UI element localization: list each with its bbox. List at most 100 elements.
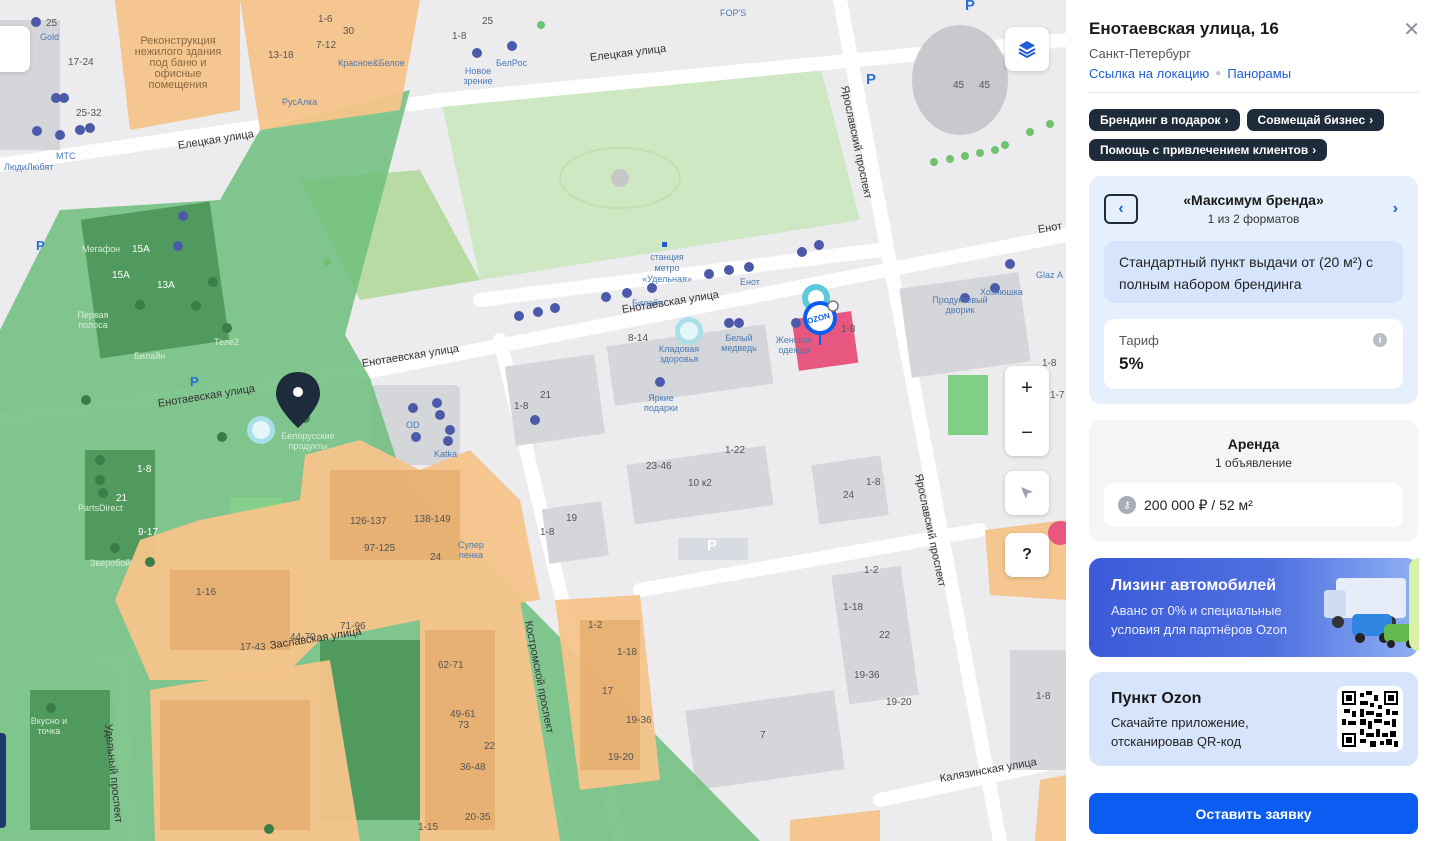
chip-client-help[interactable]: Помощь с привлечением клиентов › bbox=[1089, 139, 1328, 161]
building-number: 21 bbox=[540, 390, 552, 401]
building-number: 1-8 bbox=[137, 464, 152, 475]
poi-label[interactable]: Glaz А bbox=[1036, 270, 1063, 280]
poi-label[interactable]: OD bbox=[406, 420, 420, 430]
building-number: 1-2 bbox=[864, 565, 879, 576]
building-number: 13-18 bbox=[268, 50, 294, 61]
building-number: 45 bbox=[953, 80, 965, 91]
poi-label[interactable]: PartsDirect bbox=[78, 503, 123, 513]
building-number: 22 bbox=[879, 630, 891, 641]
building-number: 19-20 bbox=[886, 697, 912, 708]
chip-branding[interactable]: Брендинг в подарок › bbox=[1089, 109, 1240, 131]
building-number: 97-125 bbox=[364, 543, 396, 554]
building-number: 20-35 bbox=[465, 812, 491, 823]
poi-label[interactable]: Зверобой bbox=[90, 558, 130, 568]
parking-label: P bbox=[965, 0, 976, 14]
building-number: 24 bbox=[430, 552, 442, 563]
submit-request-button[interactable]: Оставить заявку bbox=[1089, 793, 1418, 834]
close-icon: ✕ bbox=[1403, 19, 1420, 41]
building-number: 1-6 bbox=[318, 14, 333, 25]
poi-label[interactable]: БелРос bbox=[496, 58, 527, 68]
building-number: 19-20 bbox=[608, 752, 634, 763]
chevron-right-icon: › bbox=[1392, 200, 1398, 217]
poi-label[interactable]: Новое зрение bbox=[458, 66, 498, 86]
building-number: 23-46 bbox=[646, 461, 672, 472]
poi-label[interactable]: Продуктовый дворик bbox=[930, 295, 990, 315]
layers-button[interactable] bbox=[1005, 27, 1049, 71]
building-number: 1-2 bbox=[588, 620, 603, 631]
poi-label[interactable]: Женская одежда bbox=[772, 335, 816, 355]
locate-arrow-icon bbox=[1021, 487, 1033, 499]
building-number: 17 bbox=[602, 686, 614, 697]
qr-code bbox=[1337, 686, 1403, 752]
format-title: «Максимум бренда» bbox=[1183, 192, 1324, 208]
poi-label[interactable]: МТС bbox=[56, 151, 76, 161]
building-number: 1-8 bbox=[841, 324, 856, 335]
ozon-app-card[interactable]: Пункт Ozon Скачайте приложение, отсканир… bbox=[1089, 672, 1418, 766]
poi-label[interactable]: Супер пенка bbox=[454, 540, 488, 560]
rent-listing-text: 200 000 ₽ / 52 м² bbox=[1144, 496, 1253, 513]
location-link[interactable]: Ссылка на локацию bbox=[1089, 66, 1209, 81]
poi-label[interactable]: Белорусские продукты bbox=[276, 431, 340, 451]
map-side-tab[interactable] bbox=[0, 733, 6, 828]
building-number: 36-48 bbox=[460, 762, 486, 773]
poi-label[interactable]: Яркие подарки bbox=[638, 393, 684, 413]
poi-label[interactable]: Белый медведь bbox=[716, 333, 762, 353]
help-button[interactable]: ? bbox=[1005, 533, 1049, 577]
parking-label: P bbox=[190, 374, 199, 389]
poi-label[interactable]: Кладовая здоровья bbox=[654, 344, 704, 364]
poi-label[interactable]: Вкусно и точка bbox=[30, 716, 68, 736]
leasing-banner[interactable]: Лизинг автомобилей Аванс от 0% и специал… bbox=[1089, 558, 1418, 657]
chip-combine-business[interactable]: Совмещай бизнес › bbox=[1246, 109, 1385, 131]
building-number: 25 bbox=[482, 16, 494, 27]
rent-listing[interactable]: ⚷ 200 000 ₽ / 52 м² bbox=[1104, 483, 1403, 527]
map-search-stub[interactable] bbox=[0, 26, 30, 72]
poi-label[interactable]: Мегафон bbox=[82, 244, 120, 254]
parking-label: P bbox=[707, 537, 718, 554]
ozon-app-text: Скачайте приложение, отсканировав QR-код bbox=[1111, 715, 1249, 749]
close-button[interactable]: ✕ bbox=[1403, 17, 1420, 42]
chevron-right-icon: › bbox=[1312, 143, 1317, 157]
rent-title: Аренда bbox=[1227, 436, 1280, 452]
building-number: 25-32 bbox=[76, 108, 102, 119]
format-next-button[interactable]: › bbox=[1393, 200, 1398, 218]
poi-label[interactable]: Теле2 bbox=[214, 337, 239, 347]
zoom-in-button[interactable]: + bbox=[1005, 366, 1049, 411]
zoom-out-button[interactable]: − bbox=[1005, 411, 1049, 456]
poi-label[interactable]: Енот bbox=[740, 277, 760, 287]
building-number: 30 bbox=[343, 26, 355, 37]
chip-label: Помощь с привлечением клиентов bbox=[1100, 143, 1309, 157]
panoramas-link[interactable]: Панорамы bbox=[1227, 66, 1291, 81]
divider bbox=[1089, 92, 1418, 93]
poi-label[interactable]: Katka bbox=[434, 449, 457, 459]
building-number: 1-7 bbox=[1050, 390, 1065, 401]
poi-label[interactable]: Билайн bbox=[632, 298, 663, 308]
info-icon[interactable]: i bbox=[1373, 333, 1387, 347]
building-number: 15А bbox=[132, 244, 150, 255]
chip-list: Брендинг в подарок › Совмещай бизнес › Пом… bbox=[1089, 109, 1419, 161]
poi-label[interactable]: FOP'S bbox=[720, 8, 746, 18]
building-number: 9-17 bbox=[138, 527, 159, 538]
building-number: 8-14 bbox=[628, 333, 649, 344]
poi-label[interactable]: Билайн bbox=[134, 351, 165, 361]
next-banner-peek[interactable] bbox=[1409, 558, 1419, 651]
locate-button[interactable] bbox=[1005, 471, 1049, 515]
leasing-title: Лизинг автомобилей bbox=[1111, 577, 1277, 594]
building-number: 1-16 bbox=[196, 587, 217, 598]
location-panel: Енотаевская улица, 16 ✕ Санкт-Петербург … bbox=[1066, 0, 1440, 841]
building-number: 1-8 bbox=[1036, 691, 1051, 702]
map-view[interactable]: Елецкая улица Елецкая улица Енотаевская … bbox=[0, 0, 1066, 841]
poi-label[interactable]: Gold bbox=[40, 32, 59, 42]
tariff-label: Тариф bbox=[1119, 333, 1159, 348]
map-canvas[interactable] bbox=[0, 0, 1066, 841]
panel-title: Енотаевская улица, 16 bbox=[1089, 19, 1279, 38]
poi-label[interactable]: Хозяюшка bbox=[980, 287, 1023, 297]
poi-label[interactable]: Красное&Белое bbox=[338, 58, 405, 68]
poi-label[interactable]: Первая полоса bbox=[76, 310, 110, 330]
parking-label: P bbox=[36, 238, 45, 253]
poi-label[interactable]: РусАлка bbox=[282, 97, 317, 107]
building-number: 19-36 bbox=[854, 670, 880, 681]
tariff-box: Тариф 5% i bbox=[1104, 319, 1403, 389]
poi-label[interactable]: ЛюдиЛюбят bbox=[4, 162, 53, 172]
separator-dot: ● bbox=[1215, 68, 1222, 79]
building-number: 22 bbox=[484, 741, 496, 752]
